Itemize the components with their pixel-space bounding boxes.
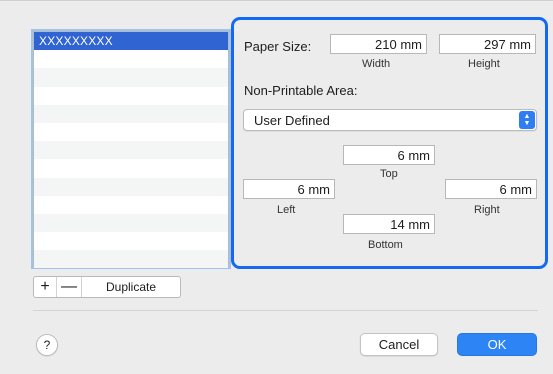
width-label: Width [362, 58, 391, 70]
list-item[interactable] [34, 87, 228, 105]
paper-width-field[interactable]: 210 mm [330, 34, 427, 54]
paper-size-list[interactable]: XXXXXXXXX [33, 31, 229, 269]
cancel-button[interactable]: Cancel [360, 333, 438, 356]
list-item[interactable] [34, 123, 228, 141]
non-printable-area-label: Non-Printable Area: [244, 83, 358, 98]
top-label: Top [380, 168, 398, 180]
list-item-selected[interactable]: XXXXXXXXX [34, 32, 228, 51]
list-item[interactable] [34, 68, 228, 87]
list-item[interactable] [34, 232, 228, 250]
select-value: User Defined [254, 113, 330, 128]
custom-paper-size-dialog: XXXXXXXXX + — Duplicate Paper Size: 210 … [0, 0, 553, 374]
list-item[interactable] [34, 213, 228, 233]
list-item[interactable] [34, 141, 228, 160]
list-item[interactable] [34, 50, 228, 68]
help-button[interactable]: ? [36, 334, 58, 356]
left-margin-field[interactable]: 6 mm [243, 179, 335, 199]
bottom-label: Bottom [368, 239, 403, 251]
right-margin-field[interactable]: 6 mm [445, 179, 537, 199]
top-border [0, 0, 553, 1]
add-button[interactable]: + [34, 277, 56, 297]
list-item[interactable] [34, 159, 228, 177]
non-printable-area-select[interactable]: User Defined ▲ ▼ [243, 109, 537, 131]
remove-button[interactable]: — [56, 277, 81, 297]
paper-size-label: Paper Size: [244, 39, 312, 54]
list-item-label: XXXXXXXXX [39, 34, 113, 48]
footer-divider [33, 310, 538, 311]
list-item[interactable] [34, 177, 228, 196]
top-margin-field[interactable]: 6 mm [343, 145, 435, 165]
left-label: Left [277, 204, 296, 216]
list-item[interactable] [34, 196, 228, 214]
height-label: Height [468, 58, 500, 70]
list-button-bar: + — Duplicate [33, 276, 181, 298]
paper-height-field[interactable]: 297 mm [439, 34, 536, 54]
ok-button[interactable]: OK [457, 333, 537, 356]
bottom-margin-field[interactable]: 14 mm [343, 214, 435, 234]
list-item[interactable] [34, 250, 228, 269]
right-label: Right [474, 204, 500, 216]
duplicate-button[interactable]: Duplicate [81, 277, 180, 297]
chevron-updown-icon: ▲ ▼ [519, 111, 535, 129]
list-item[interactable] [34, 104, 228, 123]
